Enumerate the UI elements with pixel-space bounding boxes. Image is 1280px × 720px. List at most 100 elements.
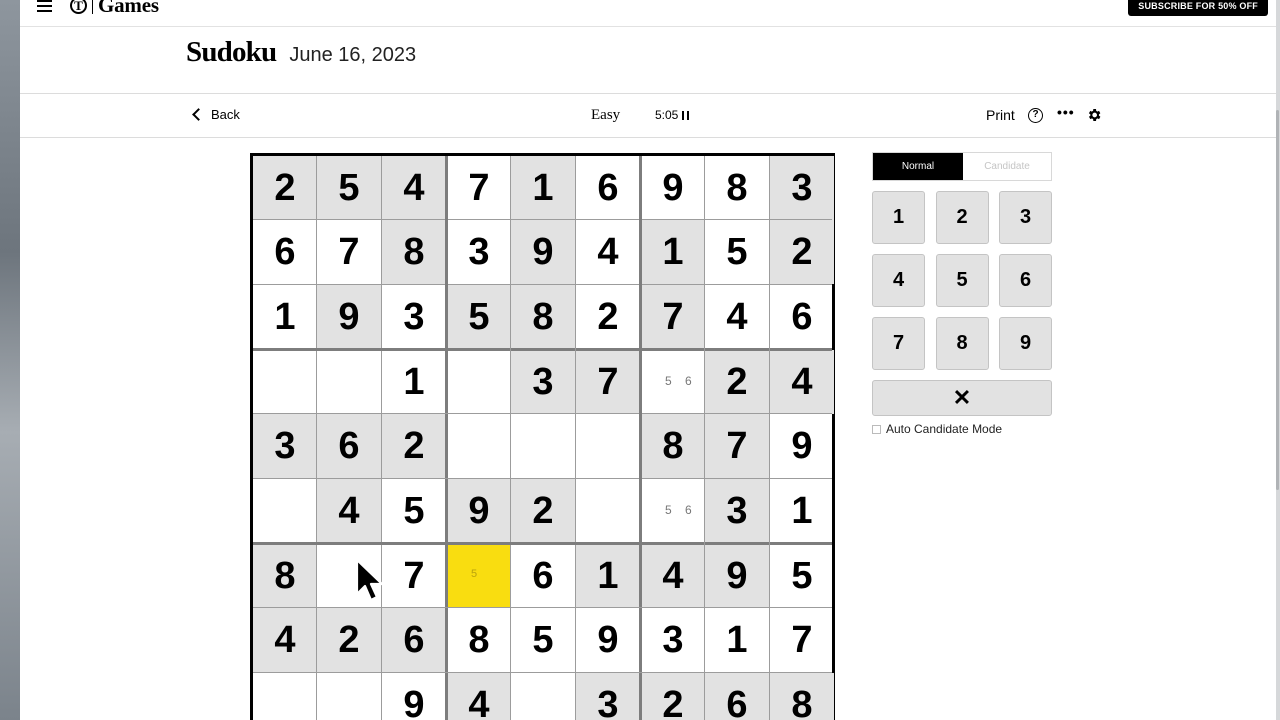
sudoku-cell[interactable]: 4 [770,350,834,414]
sudoku-cell[interactable]: 7 [382,544,446,608]
sudoku-cell[interactable]: 1 [576,544,640,608]
sudoku-cell[interactable]: 6 [770,285,834,349]
sudoku-cell[interactable]: 6 [705,673,769,720]
sudoku-cell[interactable]: 3 [382,285,446,349]
sudoku-cell[interactable]: 2 [576,285,640,349]
sudoku-cell[interactable]: 1 [511,156,575,220]
sudoku-cell[interactable]: 3 [705,479,769,543]
print-button[interactable]: Print [986,107,1015,123]
number-key-6[interactable]: 6 [999,254,1052,307]
sudoku-cell[interactable]: 3 [576,673,640,720]
sudoku-cell[interactable]: 2 [253,156,317,220]
sudoku-cell[interactable]: 6 [511,544,575,608]
sudoku-cell[interactable]: 9 [641,156,705,220]
number-key-4[interactable]: 4 [872,254,925,307]
sudoku-cell[interactable]: 5 [382,479,446,543]
auto-candidate-toggle[interactable]: Auto Candidate Mode [872,422,1002,436]
sudoku-cell[interactable]: 4 [447,673,511,720]
subscribe-button[interactable]: SUBSCRIBE FOR 50% OFF [1128,0,1268,16]
games-logo[interactable]: T Games [70,0,159,18]
number-key-3[interactable]: 3 [999,191,1052,244]
sudoku-cell[interactable] [511,673,575,720]
sudoku-cell[interactable]: 2 [317,608,381,672]
sudoku-cell[interactable] [576,414,640,478]
sudoku-cell[interactable]: 4 [253,608,317,672]
sudoku-cell[interactable]: 5 [770,544,834,608]
sudoku-cell[interactable] [511,414,575,478]
sudoku-cell[interactable] [447,350,511,414]
sudoku-cell[interactable] [253,479,317,543]
number-key-2[interactable]: 2 [935,191,989,244]
sudoku-cell[interactable] [253,673,317,720]
sudoku-cell[interactable] [253,350,317,414]
number-key-1[interactable]: 1 [872,191,925,244]
sudoku-cell[interactable]: 8 [770,673,834,720]
sudoku-cell[interactable]: 7 [705,414,769,478]
sudoku-cell[interactable]: 4 [641,544,705,608]
sudoku-cell[interactable]: 4 [705,285,769,349]
sudoku-cell[interactable]: 8 [705,156,769,220]
sudoku-cell[interactable]: 7 [576,350,640,414]
help-icon[interactable]: ? [1028,108,1043,123]
sudoku-cell[interactable]: 8 [641,414,705,478]
sudoku-cell[interactable]: 56 [641,479,705,543]
sudoku-cell[interactable]: 4 [576,220,640,284]
number-key-9[interactable]: 9 [999,317,1052,370]
sudoku-cell[interactable]: 5 [447,285,511,349]
sudoku-cell[interactable]: 8 [382,220,446,284]
sudoku-cell[interactable]: 7 [641,285,705,349]
sudoku-cell[interactable]: 9 [705,544,769,608]
sudoku-cell[interactable]: 1 [770,479,834,543]
sudoku-cell[interactable]: 1 [705,608,769,672]
sudoku-cell[interactable]: 9 [511,220,575,284]
sudoku-cell[interactable]: 6 [253,220,317,284]
sudoku-cell[interactable]: 8 [447,608,511,672]
more-icon[interactable]: ••• [1057,104,1075,120]
gear-icon[interactable] [1086,107,1102,123]
sudoku-cell[interactable]: 5 [447,544,511,608]
scrollbar-thumb[interactable] [1276,110,1279,490]
pause-icon[interactable] [682,110,690,120]
sudoku-cell[interactable] [447,414,511,478]
number-key-7[interactable]: 7 [872,317,925,370]
number-key-8[interactable]: 8 [935,317,989,370]
scrollbar-track[interactable] [1276,0,1280,720]
sudoku-cell[interactable]: 3 [253,414,317,478]
sudoku-cell[interactable]: 6 [382,608,446,672]
sudoku-cell[interactable]: 2 [511,479,575,543]
sudoku-cell[interactable]: 6 [576,156,640,220]
hamburger-icon[interactable] [37,0,53,12]
sudoku-cell[interactable]: 7 [447,156,511,220]
sudoku-cell[interactable]: 1 [253,285,317,349]
sudoku-cell[interactable]: 3 [447,220,511,284]
erase-button[interactable]: ✕ [872,380,1052,416]
sudoku-cell[interactable]: 4 [317,479,381,543]
sudoku-cell[interactable]: 5 [705,220,769,284]
sudoku-cell[interactable]: 3 [641,608,705,672]
number-key-5[interactable]: 5 [935,254,989,307]
sudoku-cell[interactable]: 9 [447,479,511,543]
back-button[interactable]: Back [191,107,240,122]
sudoku-cell[interactable]: 3 [770,156,834,220]
timer[interactable]: 5:05 [655,108,690,122]
sudoku-cell[interactable]: 5 [511,608,575,672]
sudoku-cell[interactable]: 2 [705,350,769,414]
sudoku-cell[interactable] [317,350,381,414]
sudoku-cell[interactable]: 1 [641,220,705,284]
sudoku-cell[interactable]: 3 [511,350,575,414]
sudoku-cell[interactable]: 9 [770,414,834,478]
sudoku-cell[interactable]: 2 [382,414,446,478]
sudoku-cell[interactable]: 2 [641,673,705,720]
sudoku-cell[interactable]: 9 [317,285,381,349]
sudoku-cell[interactable]: 8 [253,544,317,608]
normal-mode-button[interactable]: Normal [873,153,963,180]
sudoku-cell[interactable]: 1 [382,350,446,414]
sudoku-cell[interactable]: 8 [511,285,575,349]
sudoku-cell[interactable]: 2 [770,220,834,284]
candidate-mode-button[interactable]: Candidate [963,153,1051,180]
sudoku-cell[interactable]: 6 [317,414,381,478]
sudoku-cell[interactable]: 7 [317,220,381,284]
sudoku-cell[interactable]: 56 [641,350,705,414]
sudoku-cell[interactable] [317,673,381,720]
sudoku-cell[interactable] [576,479,640,543]
